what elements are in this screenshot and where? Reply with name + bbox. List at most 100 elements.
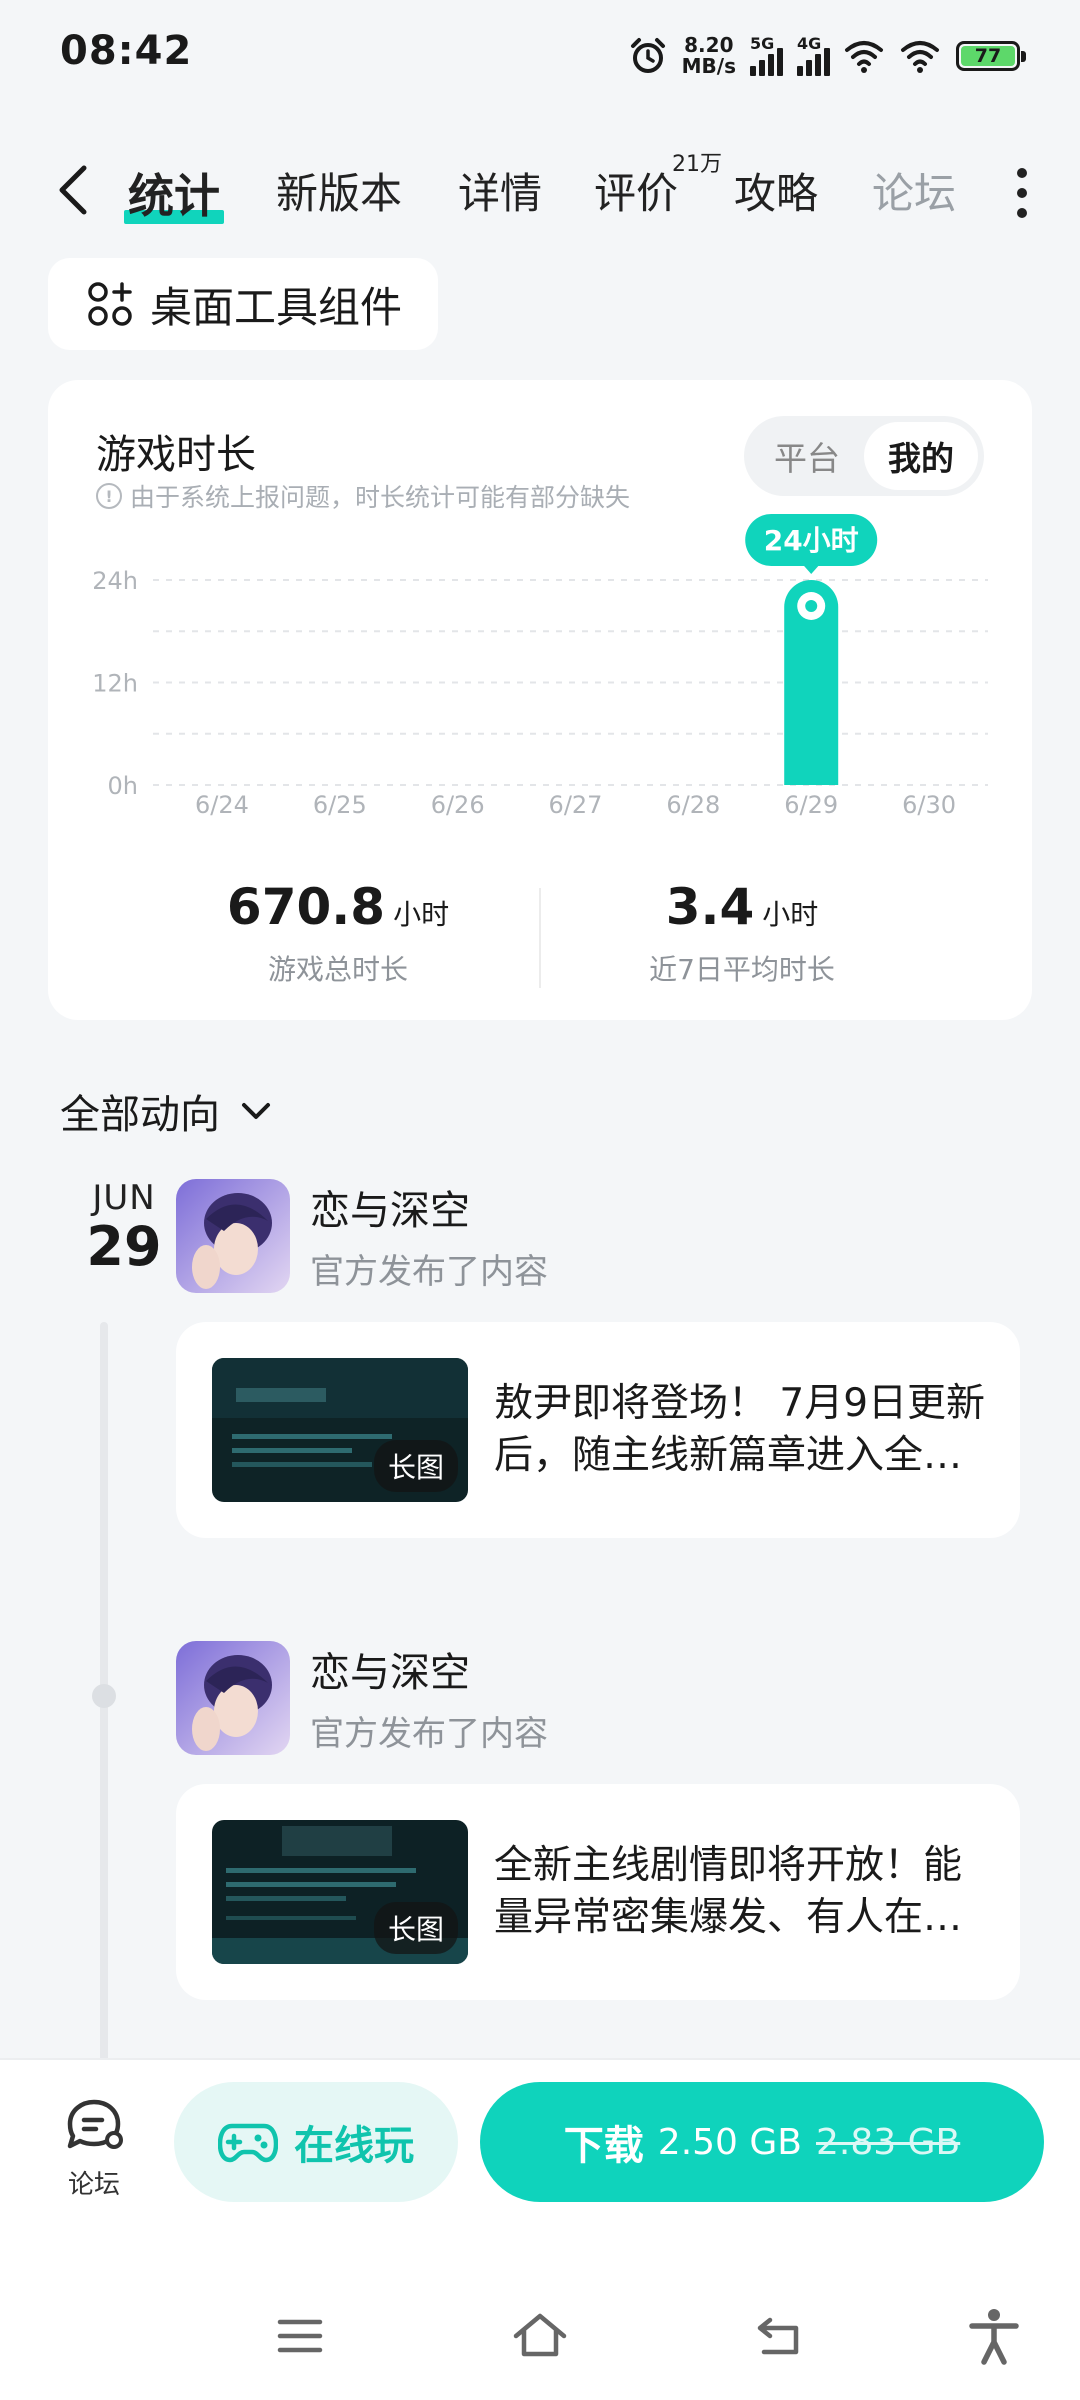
post-thumbnail: 长图: [212, 1358, 468, 1502]
download-button[interactable]: 下载 2.50 GB 2.83 GB: [480, 2082, 1044, 2202]
post-card[interactable]: 长图 全新主线剧情即将开放！能量异常密集爆发、有人在等待你的归来: [176, 1784, 1020, 2000]
bar-marker-inner: [805, 600, 818, 612]
bar-value-pointer: [803, 565, 820, 574]
post-subtitle: 官方发布了内容: [310, 1714, 548, 1754]
tab-label: 评价: [594, 169, 679, 218]
playtime-card: 游戏时长 ! 由于系统上报问题，时长统计可能有部分缺失 平台 我的 0h 12h 2…: [48, 380, 1032, 1020]
y-tick-label: 0h: [108, 772, 138, 800]
battery-icon: 77: [956, 41, 1026, 71]
accessibility-icon[interactable]: [964, 2306, 1024, 2366]
bar-value-label: 24小时: [764, 524, 859, 557]
playtime-title: 游戏时长: [96, 432, 256, 478]
x-tick-label: 6/30: [902, 791, 956, 819]
back-arrow-icon[interactable]: [52, 162, 96, 218]
y-tick-label: 24h: [92, 567, 138, 595]
x-tick-label: 6/27: [549, 791, 603, 819]
tab-label: 详情: [458, 169, 543, 218]
tab-guides[interactable]: 攻略: [734, 160, 818, 221]
signal-5g-icon: 5G: [750, 36, 783, 76]
total-playtime-unit: 小时: [393, 898, 450, 931]
post-author: 恋与深空: [310, 1188, 470, 1234]
widgets-icon: [88, 282, 132, 326]
play-online-label: 在线玩: [294, 2123, 414, 2169]
playtime-chart: 0h 12h 24h 6/24 6/25 6/26 6/27 6/28 6/29 6/30 24小时: [92, 514, 988, 819]
status-icons: 8.20 MB/s 5G 4G 77: [628, 28, 1026, 84]
avatar[interactable]: [176, 1640, 290, 1755]
tab-label: 新版本: [276, 169, 403, 218]
signal-1-label: 5G: [750, 34, 775, 53]
download-label: 下载: [563, 2123, 644, 2169]
tab-label: 攻略: [734, 169, 819, 218]
post-text: 敖尹即将登场！ 7月9日更新后，随主线新篇章进入全新的约会故事: [494, 1381, 986, 1478]
toggle-platform[interactable]: 平台: [750, 422, 864, 490]
toggle-mine[interactable]: 我的: [864, 422, 978, 490]
net-speed: 8.20 MB/s: [682, 35, 736, 77]
alarm-icon: [630, 38, 665, 73]
download-size: 2.50 GB: [657, 2121, 802, 2163]
total-playtime-value: 670.8: [226, 878, 386, 936]
signal-4g-icon: 4G: [797, 36, 830, 76]
long-image-badge: 长图: [373, 1440, 458, 1492]
total-playtime-label: 游戏总时长: [267, 953, 408, 986]
y-tick-label: 12h: [92, 670, 138, 698]
desktop-widget-button[interactable]: 桌面工具组件: [48, 258, 438, 350]
timeline-dot: [92, 1684, 116, 1708]
x-tick-label: 6/24: [195, 791, 249, 819]
avatar[interactable]: [176, 1178, 290, 1293]
chevron-down-icon: [242, 1103, 270, 1119]
avatar-image: [176, 1640, 290, 1755]
x-tick-label: 6/26: [431, 791, 485, 819]
post-author: 恋与深空: [310, 1650, 470, 1696]
activity-filter[interactable]: 全部动向: [60, 1082, 274, 1140]
back-icon[interactable]: [750, 2306, 810, 2366]
forum-icon: [67, 2099, 123, 2149]
avatar-image: [176, 1178, 290, 1293]
activity-header-label: 全部动向: [60, 1092, 220, 1138]
system-nav-bar: [0, 2280, 1080, 2400]
total-playtime: 670.8 小时 游戏总时长: [138, 878, 538, 988]
average-playtime: 3.4 小时 近7日平均时长: [542, 878, 942, 988]
download-old-size: 2.83 GB: [816, 2121, 961, 2163]
x-tick-label: 6/29: [784, 791, 838, 819]
info-icon: !: [96, 483, 122, 509]
status-bar: 08:42 8.20 MB/s 5G 4G 77: [0, 0, 1080, 110]
tab-reviews[interactable]: 评价: [594, 160, 678, 221]
average-playtime-value: 3.4: [665, 878, 755, 936]
post-thumbnail: 长图: [212, 1820, 468, 1964]
tab-new-version[interactable]: 新版本: [276, 160, 402, 221]
post-card[interactable]: 长图 敖尹即将登场！ 7月9日更新后，随主线新篇章进入全新的约会故事: [176, 1322, 1020, 1538]
gamepad-icon: [218, 2123, 278, 2163]
activity-date: JUN 29: [60, 1178, 188, 1276]
average-playtime-label: 近7日平均时长: [649, 953, 835, 986]
tab-label: 统计: [128, 169, 220, 223]
source-toggle: 平台 我的: [744, 416, 984, 496]
tab-bar: 统计 新版本 详情 评价 21万 攻略 论坛: [0, 140, 1080, 240]
status-time: 08:42: [60, 28, 193, 74]
post-text: 全新主线剧情即将开放！能量异常密集爆发、有人在等待你的归来: [494, 1843, 963, 1940]
home-icon[interactable]: [510, 2306, 570, 2366]
more-options-icon[interactable]: [1016, 168, 1028, 218]
playtime-note-text: 由于系统上报问题，时长统计可能有部分缺失: [130, 483, 631, 512]
long-image-badge: 长图: [373, 1902, 458, 1954]
battery-level: 77: [961, 45, 1015, 67]
tab-forum[interactable]: 论坛: [872, 160, 962, 221]
forum-button[interactable]: 论坛: [48, 2098, 140, 2201]
date-day: 29: [86, 1215, 162, 1278]
x-tick-label: 6/25: [313, 791, 367, 819]
tab-stats[interactable]: 统计: [124, 160, 224, 226]
stats-divider: [539, 888, 541, 988]
wifi-icon-2: [901, 41, 939, 73]
play-online-button[interactable]: 在线玩: [174, 2082, 458, 2202]
net-speed-value: 8.20: [684, 33, 734, 57]
signal-2-label: 4G: [797, 34, 822, 53]
widget-chip-label: 桌面工具组件: [150, 282, 403, 332]
post-header[interactable]: 恋与深空 官方发布了内容: [176, 1178, 548, 1293]
x-tick-label: 6/28: [666, 791, 720, 819]
wifi-icon: [845, 41, 883, 73]
date-month: JUN: [92, 1178, 156, 1218]
forum-label: 论坛: [67, 2170, 120, 2200]
post-header[interactable]: 恋与深空 官方发布了内容: [176, 1640, 548, 1755]
menu-icon[interactable]: [270, 2306, 330, 2366]
reviews-count-badge: 21万: [672, 152, 722, 177]
tab-details[interactable]: 详情: [458, 160, 542, 221]
